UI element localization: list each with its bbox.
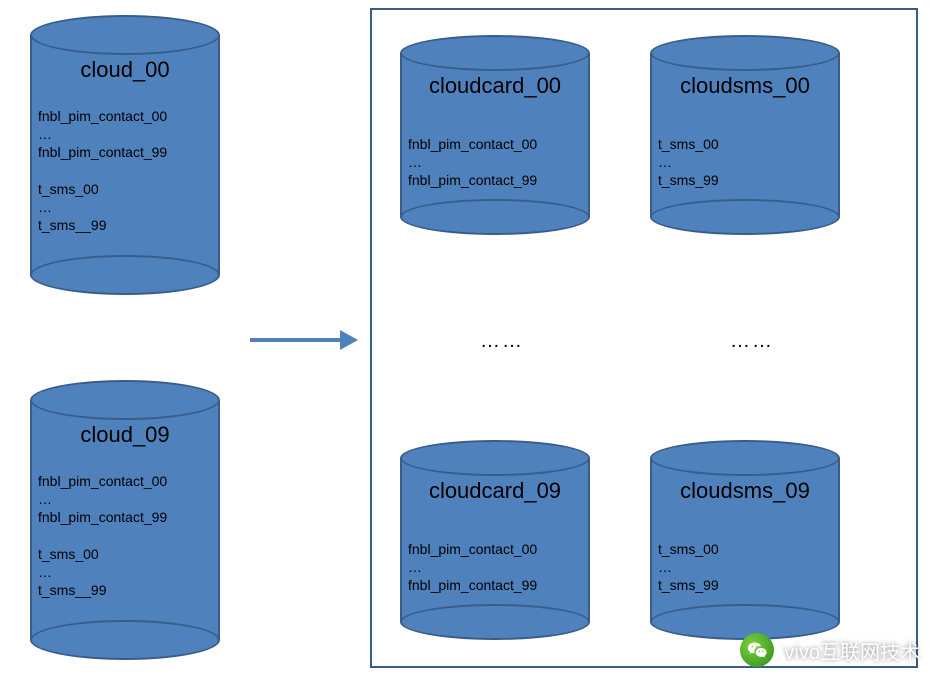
db-title: cloud_09 <box>30 422 220 448</box>
db-cloud-00: cloud_00 fnbl_pim_contact_00 … fnbl_pim_… <box>30 15 220 295</box>
db-cloudsms-09: cloudsms_09 t_sms_00 … t_sms_99 <box>650 440 840 640</box>
db-tables: fnbl_pim_contact_00 … fnbl_pim_contact_9… <box>408 540 582 595</box>
db-title: cloudcard_09 <box>400 478 590 504</box>
db-title: cloudsms_09 <box>650 478 840 504</box>
ellipsis-right-col: …… <box>730 330 774 353</box>
db-title: cloud_00 <box>30 57 220 83</box>
db-cloudcard-09: cloudcard_09 fnbl_pim_contact_00 … fnbl_… <box>400 440 590 640</box>
db-cloudsms-00: cloudsms_00 t_sms_00 … t_sms_99 <box>650 35 840 235</box>
db-tables: fnbl_pim_contact_00 … fnbl_pim_contact_9… <box>38 472 212 599</box>
diagram-canvas: cloud_00 fnbl_pim_contact_00 … fnbl_pim_… <box>0 0 938 681</box>
db-title: cloudcard_00 <box>400 73 590 99</box>
db-tables: fnbl_pim_contact_00 … fnbl_pim_contact_9… <box>38 107 212 234</box>
db-title: cloudsms_00 <box>650 73 840 99</box>
ellipsis-left-col: …… <box>480 330 524 353</box>
db-cloudcard-00: cloudcard_00 fnbl_pim_contact_00 … fnbl_… <box>400 35 590 235</box>
migration-arrow <box>250 330 360 350</box>
db-tables: t_sms_00 … t_sms_99 <box>658 135 832 190</box>
db-tables: fnbl_pim_contact_00 … fnbl_pim_contact_9… <box>408 135 582 190</box>
db-tables: t_sms_00 … t_sms_99 <box>658 540 832 595</box>
db-cloud-09: cloud_09 fnbl_pim_contact_00 … fnbl_pim_… <box>30 380 220 660</box>
